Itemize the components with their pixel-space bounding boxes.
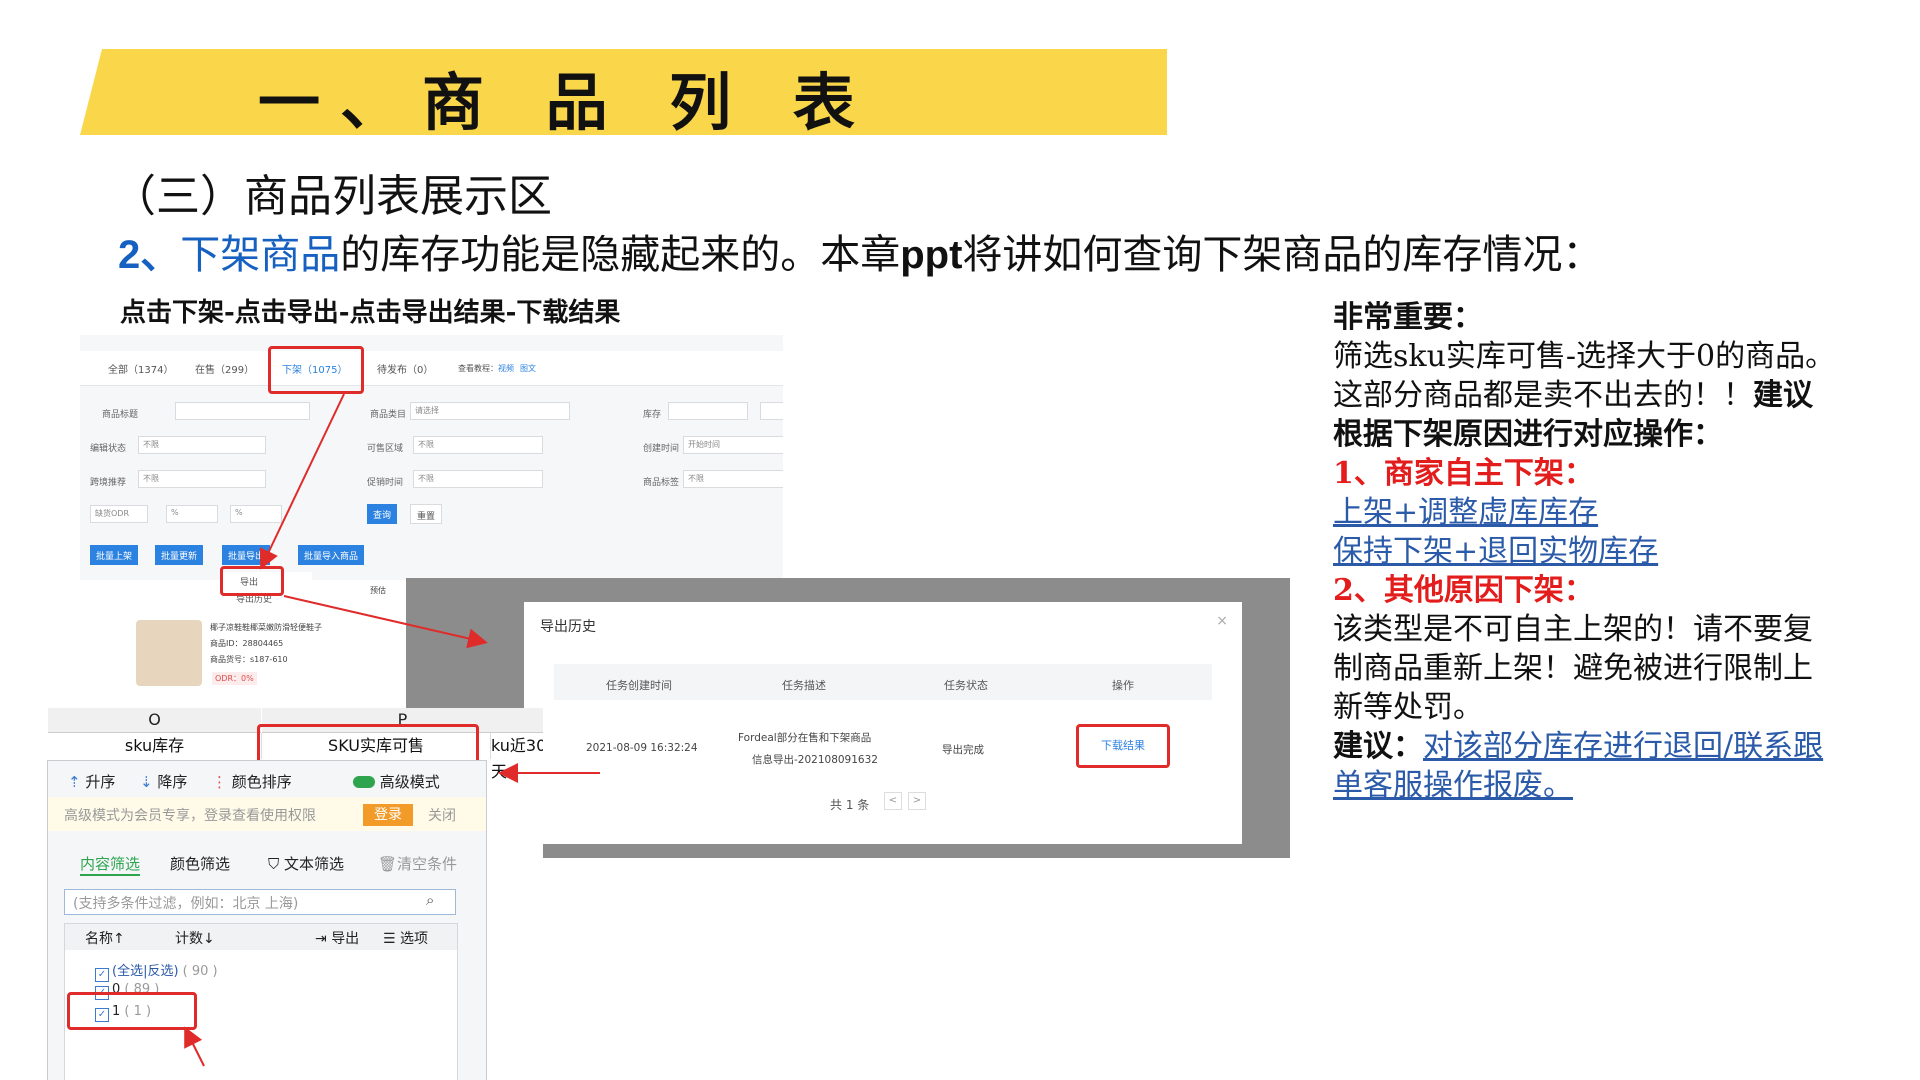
note-line-5: 1、商家自主下架： [1333,456,1594,491]
arrow-export-to-dialog [283,595,488,649]
note-line-4: 根据下架原因进行对应操作： [1333,417,1723,452]
note-line-3: 这部分商品都是卖不出去的！！建议 [1333,378,1813,413]
arrow-to-item [184,1026,205,1067]
note-line-1: 非常重要： [1333,300,1483,335]
note-line-13[interactable]: 单客服操作报废。 [1333,766,1893,805]
arrow-tab-to-export [259,393,345,570]
note-line-11: 新等处罚。 [1333,690,1483,725]
note-line-2: 筛选sku实库可售-选择大于0的商品。 [1333,339,1836,374]
important-note: 非常重要： 筛选sku实库可售-选择大于0的商品。 这部分商品都是卖不出去的！！… [1333,298,1893,805]
note-link-relist[interactable]: 上架+调整虚库库存 [1333,493,1893,532]
note-link-return[interactable]: 保持下架+退回实物库存 [1333,532,1893,571]
note-line-10: 制商品重新上架！避免被进行限制上 [1333,651,1813,686]
note-line-12: 建议：对该部分库存进行退回/联系跟 [1333,729,1824,764]
note-line-8: 2、其他原因下架： [1333,573,1594,608]
note-line-9: 该类型是不可自主上架的！请不要复 [1333,612,1813,647]
